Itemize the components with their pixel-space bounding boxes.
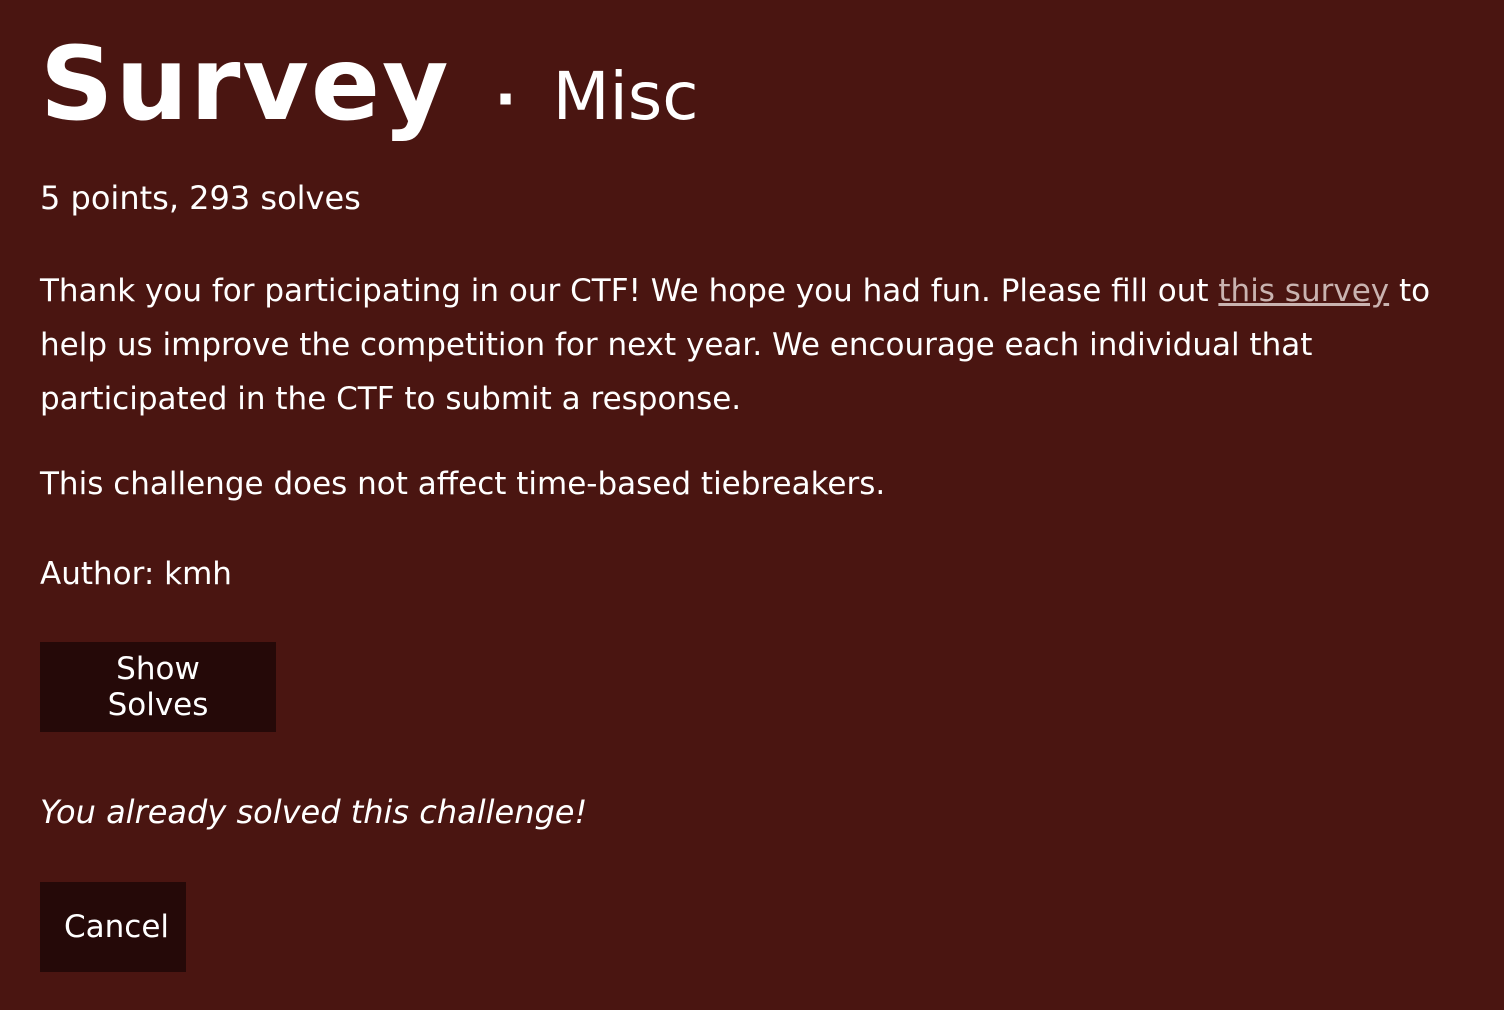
- show-solves-button[interactable]: Show Solves: [40, 642, 276, 732]
- points-solves: 5 points, 293 solves: [40, 179, 361, 217]
- description-text-1: Thank you for participating in our CTF! …: [40, 273, 1219, 309]
- survey-link[interactable]: this survey: [1218, 273, 1389, 309]
- challenge-header: Survey · Misc: [40, 34, 699, 154]
- challenge-category: Misc: [552, 58, 699, 135]
- author-line: Author: kmh: [40, 556, 232, 592]
- solved-message: You already solved this challenge!: [40, 793, 588, 831]
- title-separator: ·: [494, 65, 517, 133]
- cancel-button[interactable]: Cancel: [40, 882, 186, 972]
- challenge-title: Survey: [40, 25, 451, 144]
- tiebreak-note: This challenge does not affect time-base…: [40, 466, 886, 502]
- challenge-modal: Survey · Misc 5 points, 293 solves Thank…: [0, 0, 1504, 1010]
- challenge-description: Thank you for participating in our CTF! …: [40, 264, 1464, 426]
